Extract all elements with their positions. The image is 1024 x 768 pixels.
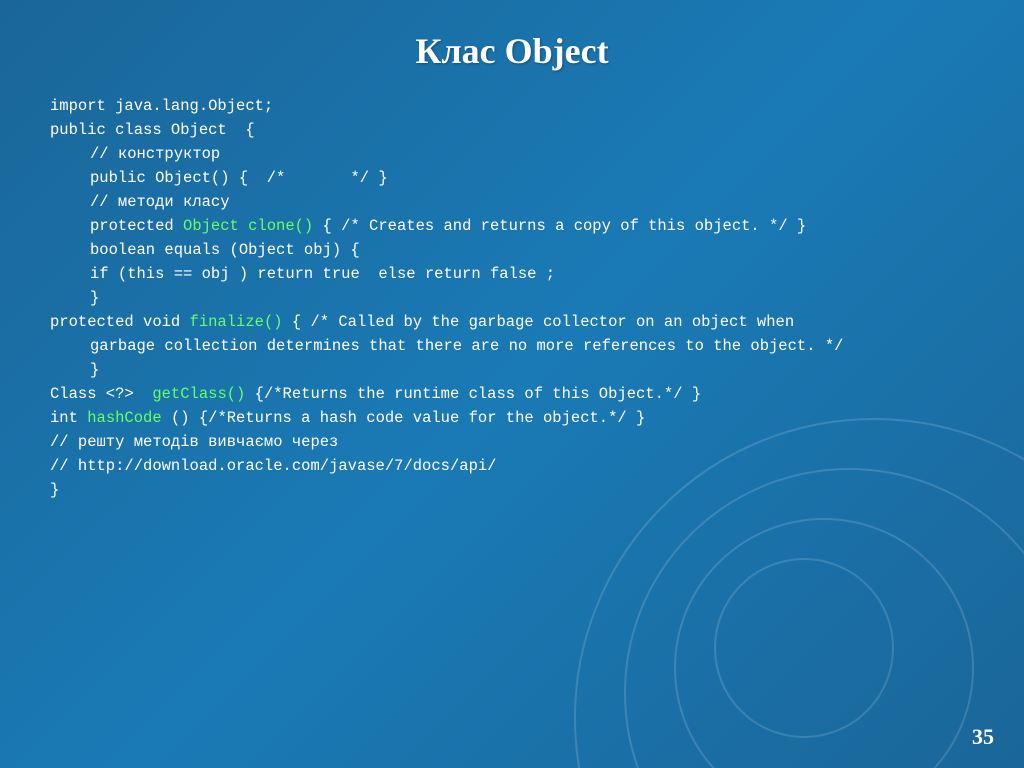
deco-circle-2 [624,468,1024,768]
code-line-finalize-cont: garbage collection determines that there… [50,334,974,358]
code-line-import: import java.lang.Object; [50,94,974,118]
code-line-if: if (this == obj ) return true else retur… [50,262,974,286]
slide-title: Клас Object [50,30,974,72]
code-line-rest-comment: // решту методів вивчаємо через [50,430,974,454]
code-line-close-equals: } [50,286,974,310]
slide: Клас Object import java.lang.Object; pub… [0,0,1024,768]
code-line-equals: boolean equals (Object obj) { [50,238,974,262]
code-line-close-class: } [50,478,974,502]
code-block: import java.lang.Object; public class Ob… [50,94,974,502]
deco-circle-1 [674,518,974,768]
code-line-class: public class Object { [50,118,974,142]
code-line-constructor-comment: // конструктор [50,142,974,166]
code-line-getclass: Class <?> getClass() {/*Returns the runt… [50,382,974,406]
code-line-hashcode: int hashCode () {/*Returns a hash code v… [50,406,974,430]
page-number: 35 [972,724,994,750]
code-line-close-finalize: } [50,358,974,382]
deco-circle-4 [714,558,894,738]
code-line-url: // http://download.oracle.com/javase/7/d… [50,454,974,478]
code-line-clone: protected Object clone() { /* Creates an… [50,214,974,238]
code-line-methods-comment: // методи класу [50,190,974,214]
code-line-constructor: public Object() { /* */ } [50,166,974,190]
code-line-finalize: protected void finalize() { /* Called by… [50,310,974,334]
